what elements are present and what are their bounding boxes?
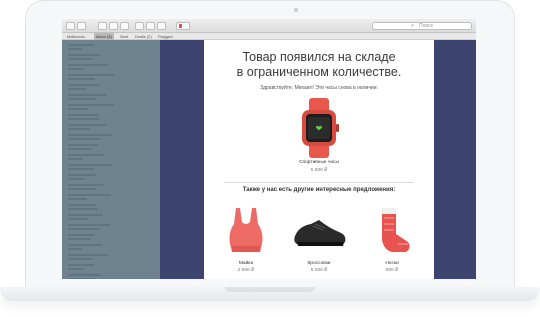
message-sender-placeholder xyxy=(68,144,98,146)
headline-line-2: в ограниченном количестве. xyxy=(236,65,402,79)
offer-price: 2 900 ₽ xyxy=(237,268,255,273)
mail-toolbar: ⌕ Поиск xyxy=(62,19,476,33)
message-sender-placeholder xyxy=(68,154,105,156)
message-sender-placeholder xyxy=(68,94,107,96)
message-sender-placeholder xyxy=(68,264,94,266)
reply-all-button[interactable] xyxy=(146,22,155,30)
message-subject-placeholder xyxy=(68,208,98,210)
message-sender-placeholder xyxy=(68,254,109,256)
message-subject-placeholder xyxy=(68,138,101,140)
fitness-watch-icon[interactable]: ❤ xyxy=(294,98,344,158)
favorites-bar: Mailboxes Inbox (3) Sent Drafts (2) Flag… xyxy=(62,33,476,40)
offer-item-sneakers[interactable]: Кроссовки 5 000 ₽ xyxy=(289,206,349,276)
mail-app-window: ⌕ Поиск Mailboxes Inbox (3) Sent Drafts … xyxy=(62,19,476,279)
featured-product-name[interactable]: Спортивные часы xyxy=(204,160,434,165)
message-subject-placeholder xyxy=(68,158,83,160)
message-subject-placeholder xyxy=(68,228,100,230)
forward-button[interactable] xyxy=(157,22,166,30)
search-input[interactable]: ⌕ Поиск xyxy=(372,22,472,30)
message-sender-placeholder xyxy=(68,184,104,186)
section-divider xyxy=(224,182,414,183)
message-subject-placeholder xyxy=(68,178,85,180)
message-subject-placeholder xyxy=(68,268,84,270)
message-subject-placeholder xyxy=(68,78,95,80)
offer-name: Майка xyxy=(238,261,254,266)
new-message-button[interactable] xyxy=(77,22,86,30)
email-body: Товар появился на складе в ограниченном … xyxy=(204,40,434,279)
message-sender-placeholder xyxy=(68,234,95,236)
message-list[interactable] xyxy=(62,40,160,279)
search-placeholder: Поиск xyxy=(419,23,433,29)
socks-icon xyxy=(382,208,410,252)
search-icon: ⌕ xyxy=(411,23,415,29)
favorite-mailboxes[interactable]: Mailboxes xyxy=(67,33,85,40)
camera-icon xyxy=(294,8,298,12)
message-subject-placeholder xyxy=(68,258,93,260)
favorite-flagged[interactable]: Flagged xyxy=(158,33,172,40)
message-subject-placeholder xyxy=(68,168,94,170)
offer-item-top[interactable]: Майка 2 900 ₽ xyxy=(216,206,276,276)
flag-button[interactable] xyxy=(176,22,190,30)
offer-name: Носки xyxy=(385,261,399,266)
message-sender-placeholder xyxy=(68,224,110,226)
message-sender-placeholder xyxy=(68,194,111,196)
message-subject-placeholder xyxy=(68,118,99,120)
sneaker-icon xyxy=(294,220,346,246)
message-subject-placeholder xyxy=(68,238,91,240)
message-sender-placeholder xyxy=(68,44,94,46)
email-headline: Товар появился на складе в ограниченном … xyxy=(204,50,434,80)
message-subject-placeholder xyxy=(68,248,82,250)
message-subject-placeholder xyxy=(68,128,90,130)
message-subject-placeholder xyxy=(68,68,84,70)
offers-title: Также у нас есть другие интересные предл… xyxy=(242,187,396,193)
message-subject-placeholder xyxy=(68,98,97,100)
headline-line-1: Товар появился на складе xyxy=(242,50,396,64)
favorite-drafts[interactable]: Drafts (2) xyxy=(135,33,152,40)
laptop-base xyxy=(0,287,540,301)
junk-button[interactable] xyxy=(120,22,129,30)
message-subject-placeholder xyxy=(68,188,96,190)
message-subject-placeholder xyxy=(68,108,88,110)
message-sender-placeholder xyxy=(68,114,99,116)
message-subject-placeholder xyxy=(68,148,92,150)
message-subject-placeholder xyxy=(68,218,89,220)
featured-product-price: 6 800 ₽ xyxy=(310,168,328,173)
archive-button[interactable] xyxy=(98,22,107,30)
message-sender-placeholder xyxy=(68,164,112,166)
sports-top-icon xyxy=(229,208,263,252)
message-subject-placeholder xyxy=(68,58,93,60)
message-sender-placeholder xyxy=(68,134,113,136)
compose-button[interactable] xyxy=(66,22,75,30)
svg-text:❤: ❤ xyxy=(316,124,323,133)
message-sender-placeholder xyxy=(68,64,108,66)
message-sender-placeholder xyxy=(68,274,101,276)
offer-name: Кроссовки xyxy=(307,261,331,266)
message-sender-placeholder xyxy=(68,244,102,246)
favorite-inbox[interactable]: Inbox (3) xyxy=(94,33,114,40)
reply-button[interactable] xyxy=(135,22,144,30)
message-sender-placeholder xyxy=(68,74,115,76)
message-sender-placeholder xyxy=(68,54,101,56)
offer-price: 5 000 ₽ xyxy=(310,268,328,273)
message-subject-placeholder xyxy=(68,48,82,50)
greeting-text: Здравствуйте, Михаил! Эти часы снова в н… xyxy=(260,85,378,91)
offer-price: 900 ₽ xyxy=(385,268,399,273)
message-sender-placeholder xyxy=(68,174,97,176)
delete-button[interactable] xyxy=(109,22,118,30)
message-sender-placeholder xyxy=(68,204,96,206)
message-subject-placeholder xyxy=(68,198,87,200)
message-sender-placeholder xyxy=(68,104,114,106)
message-subject-placeholder xyxy=(68,88,86,90)
favorite-sent[interactable]: Sent xyxy=(120,33,128,40)
offer-item-socks[interactable]: Носки 900 ₽ xyxy=(362,206,422,276)
message-subject-placeholder xyxy=(68,278,95,279)
laptop-notch xyxy=(225,287,315,292)
message-sender-placeholder xyxy=(68,124,106,126)
message-sender-placeholder xyxy=(68,214,103,216)
message-sender-placeholder xyxy=(68,84,100,86)
